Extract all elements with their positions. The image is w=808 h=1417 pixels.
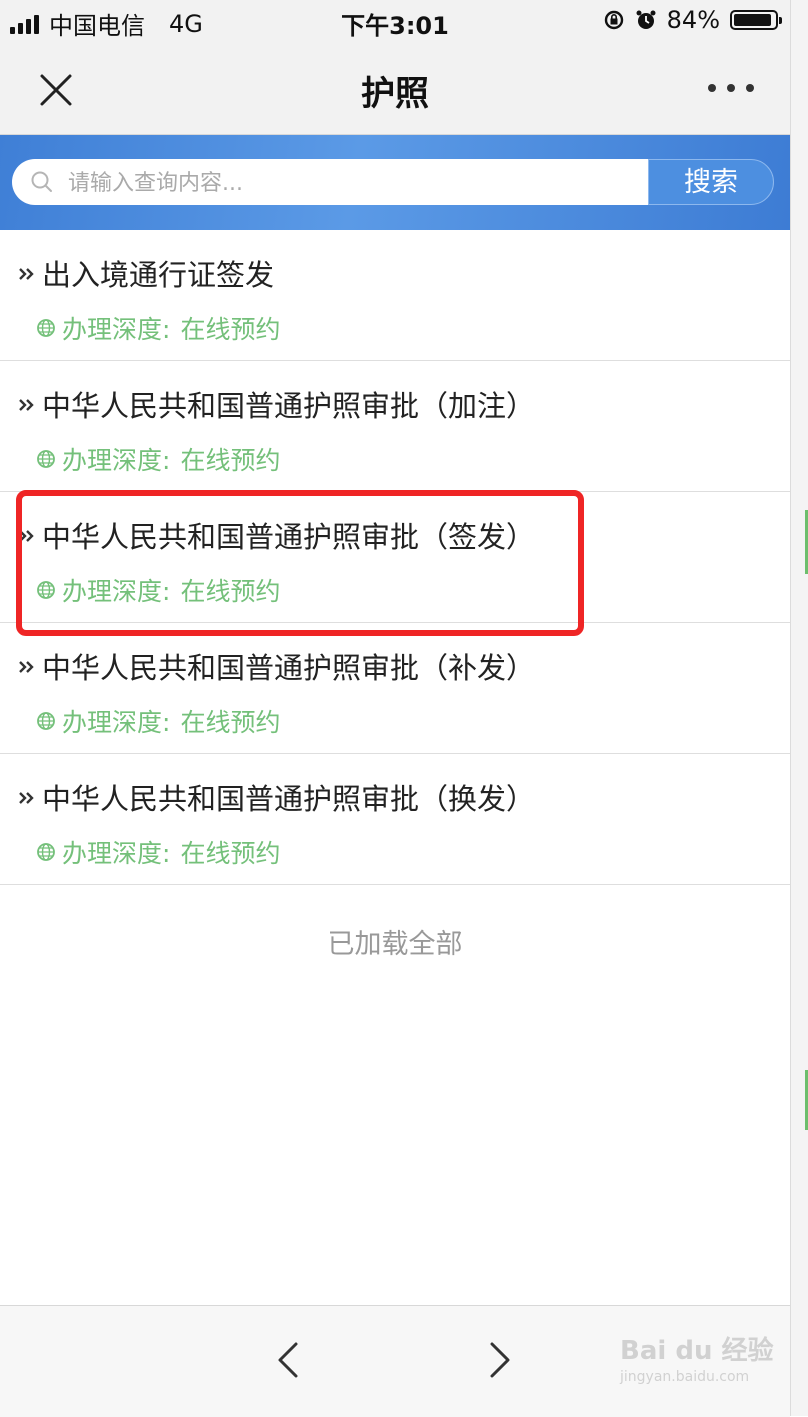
battery-percent: 84% xyxy=(666,6,720,34)
item-name: 中华人民共和国普通护照审批（补发） xyxy=(42,651,536,685)
item-name: 中华人民共和国普通护照审批（换发） xyxy=(42,782,536,816)
alarm-icon xyxy=(636,10,656,29)
double-chevron-icon xyxy=(19,792,34,804)
list-item[interactable]: 出入境通行证签发 办理深度: 在线预约 xyxy=(0,230,790,361)
status-bar: 中国电信 4G 下午3:01 84% xyxy=(0,0,790,44)
depth-value: 在线预约 xyxy=(180,839,281,868)
list-item[interactable]: 中华人民共和国普通护照审批（签发） 办理深度: 在线预约 xyxy=(0,492,790,623)
depth-label: 办理深度: xyxy=(62,315,171,344)
list-item[interactable]: 中华人民共和国普通护照审批（加注） 办理深度: 在线预约 xyxy=(0,361,790,492)
nav-bar: 护照 xyxy=(0,44,790,135)
globe-icon xyxy=(37,843,55,861)
double-chevron-icon xyxy=(19,399,34,411)
depth-value: 在线预约 xyxy=(180,446,281,475)
search-box xyxy=(12,159,648,205)
side-strip xyxy=(790,0,808,1416)
rotation-lock-icon xyxy=(604,10,623,30)
search-band: 搜索 xyxy=(0,135,790,230)
search-input[interactable] xyxy=(66,164,630,202)
depth-value: 在线预约 xyxy=(180,708,281,737)
globe-icon xyxy=(37,712,55,730)
loaded-all-text: 已加载全部 xyxy=(327,929,463,960)
watermark-brand: Bai du 经验 xyxy=(620,1336,774,1366)
item-name: 出入境通行证签发 xyxy=(42,258,275,292)
page-title: 护照 xyxy=(361,74,429,114)
depth-label: 办理深度: xyxy=(62,708,171,737)
double-chevron-icon xyxy=(19,530,34,542)
globe-icon xyxy=(37,450,55,468)
item-meta: 办理深度: 在线预约 xyxy=(36,310,280,346)
item-name: 中华人民共和国普通护照审批（加注） xyxy=(42,389,536,423)
service-list: 出入境通行证签发 办理深度: 在线预约 中华人民共和国普通护照审批（加注） 办理… xyxy=(0,230,790,885)
watermark: Bai du 经验 jingyan.baidu.com xyxy=(620,1330,774,1385)
globe-icon xyxy=(37,319,55,337)
watermark-site: jingyan.baidu.com xyxy=(620,1369,750,1385)
battery-icon xyxy=(730,10,782,30)
item-meta: 办理深度: 在线预约 xyxy=(36,441,280,477)
depth-value: 在线预约 xyxy=(180,577,281,606)
depth-label: 办理深度: xyxy=(62,446,171,475)
search-button[interactable]: 搜索 xyxy=(648,159,774,205)
phone-screen: 中国电信 4G 下午3:01 84% 护照 请输入查询内容... 搜索 出入境通… xyxy=(0,0,790,1417)
depth-value: 在线预约 xyxy=(180,315,281,344)
more-icon[interactable] xyxy=(708,76,754,100)
search-icon xyxy=(31,171,52,192)
double-chevron-icon xyxy=(19,268,34,280)
globe-icon xyxy=(37,581,55,599)
chevron-right-icon[interactable] xyxy=(484,1338,518,1382)
list-item[interactable]: 中华人民共和国普通护照审批（换发） 办理深度: 在线预约 xyxy=(0,754,790,885)
depth-label: 办理深度: xyxy=(62,577,171,606)
item-meta: 办理深度: 在线预约 xyxy=(36,834,280,870)
list-item[interactable]: 中华人民共和国普通护照审批（补发） 办理深度: 在线预约 xyxy=(0,623,790,754)
depth-label: 办理深度: xyxy=(62,839,171,868)
item-meta: 办理深度: 在线预约 xyxy=(36,703,280,739)
item-meta: 办理深度: 在线预约 xyxy=(36,572,280,608)
chevron-left-icon[interactable] xyxy=(270,1338,304,1382)
double-chevron-icon xyxy=(19,661,34,673)
status-right: 84% xyxy=(603,6,782,34)
item-name: 中华人民共和国普通护照审批（签发） xyxy=(42,520,536,554)
